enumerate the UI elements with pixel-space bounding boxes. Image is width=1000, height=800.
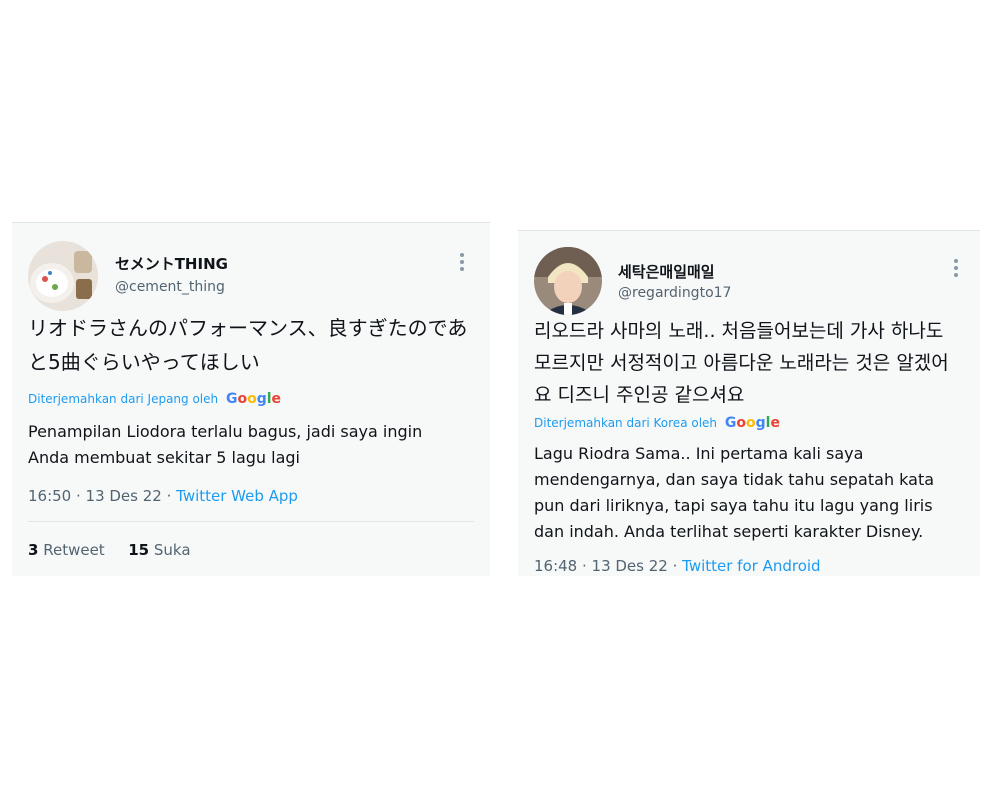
tweet-meta: 16:50 · 13 Des 22 · Twitter Web App (28, 487, 298, 505)
avatar[interactable] (534, 247, 602, 315)
translation-note[interactable]: Diterjemahkan dari Jepang oleh Google (28, 391, 281, 407)
retweet-count: 3 (28, 541, 39, 559)
more-options-icon[interactable] (954, 259, 958, 279)
divider (28, 521, 474, 522)
like-count: 15 (128, 541, 150, 559)
avatar-image (28, 241, 98, 311)
translation-label: Diterjemahkan dari Korea oleh (534, 416, 718, 430)
like-label: Suka (153, 541, 191, 559)
display-name[interactable]: セメントTHING (115, 253, 228, 274)
source-app[interactable]: Twitter Web App (176, 487, 298, 505)
translated-text: Penampilan Liodora terlalu bagus, jadi s… (28, 422, 423, 467)
tweet-timestamp[interactable]: 16:50 · 13 Des 22 · (28, 487, 176, 505)
avatar[interactable] (28, 241, 98, 311)
tweet-card-2: 세탁은매일매일 @regardingto17 리오드라 사마의 노래.. 처음들… (518, 230, 980, 576)
display-name[interactable]: 세탁은매일매일 (618, 261, 715, 282)
tweet-card-1: セメントTHING @cement_thing リオドラさんのパフォーマンス、良… (12, 222, 490, 576)
translated-text: Lagu Riodra Sama.. Ini pertama kali saya… (534, 444, 935, 541)
google-logo: Google (225, 391, 282, 407)
source-app[interactable]: Twitter for Android (682, 557, 820, 575)
translation-label: Diterjemahkan dari Jepang oleh (28, 392, 219, 406)
tweet-text: リオドラさんのパフォーマンス、良すぎたのであと5曲ぐらいやってほしい (28, 316, 468, 374)
tweet-text: 리오드라 사마의 노래.. 처음들어보는데 가사 하나도 모르지만 서정적이고 … (534, 320, 949, 406)
tweet-stats: 3 Retweet 15 Suka (28, 541, 191, 559)
translation-note[interactable]: Diterjemahkan dari Korea oleh Google (534, 415, 780, 431)
like-count-link[interactable]: 15 Suka (128, 541, 190, 559)
user-handle[interactable]: @regardingto17 (618, 285, 731, 301)
google-logo: Google (724, 415, 780, 431)
retweet-label: Retweet (43, 541, 105, 559)
tweet-timestamp[interactable]: 16:48 · 13 Des 22 · (534, 557, 682, 575)
user-handle[interactable]: @cement_thing (115, 279, 225, 295)
avatar-image (534, 247, 602, 315)
retweet-count-link[interactable]: 3 Retweet (28, 541, 105, 559)
more-options-icon[interactable] (460, 253, 464, 273)
tweet-meta: 16:48 · 13 Des 22 · Twitter for Android (534, 557, 821, 575)
